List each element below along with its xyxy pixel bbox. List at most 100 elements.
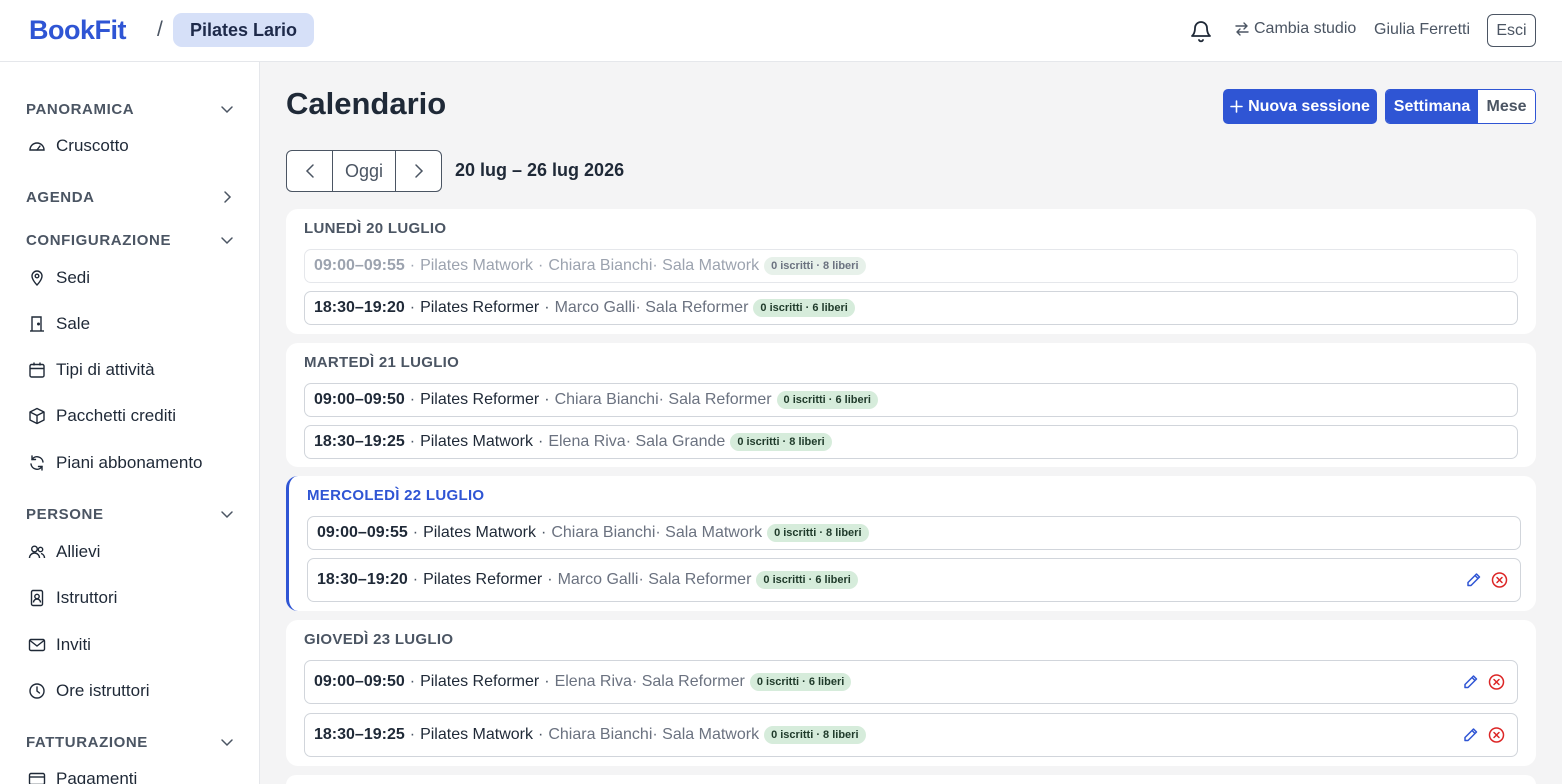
session-time: 18:30–19:20: [314, 299, 405, 316]
section-panoramica[interactable]: PANORAMICA: [26, 98, 234, 120]
session-activity: Pilates Reformer: [420, 391, 540, 408]
session-row[interactable]: 09:00–09:50 · Pilates Reformer · Elena R…: [304, 660, 1518, 704]
capacity-badge: 0 iscritti · 8 liberi: [764, 726, 866, 744]
session-row[interactable]: 09:00–09:55 · Pilates Matwork · Chiara B…: [307, 516, 1521, 550]
session-activity: Pilates Reformer: [420, 299, 540, 316]
session-row[interactable]: 09:00–09:55 · Pilates Matwork · Chiara B…: [304, 249, 1518, 283]
studio-name[interactable]: Pilates Lario: [173, 13, 315, 47]
session-meta: Marco Galli· Sala Reformer: [557, 571, 752, 588]
switch-studio-label: Cambia studio: [1254, 20, 1357, 37]
switch-studio-link[interactable]: Cambia studio: [1234, 20, 1356, 38]
capacity-badge: 0 iscritti · 8 liberi: [730, 433, 832, 451]
session-row[interactable]: 18:30–19:20 · Pilates Reformer · Marco G…: [304, 291, 1518, 325]
cancel-circle-icon[interactable]: [1491, 572, 1508, 589]
chevron-down-icon: [221, 511, 233, 519]
chevron-right-icon: [414, 164, 423, 178]
day-label: GIOVEDÌ 23 LUGLIO: [304, 631, 454, 648]
door-icon: [30, 316, 44, 332]
session-activity: Pilates Matwork: [423, 524, 536, 541]
sidebar-item-sedi[interactable]: Sedi: [28, 265, 90, 291]
sidebar: PANORAMICA Cruscotto AGENDA CONFIGURAZIO…: [0, 62, 260, 784]
logout-button[interactable]: Esci: [1487, 14, 1536, 47]
pencil-icon[interactable]: [1462, 727, 1479, 744]
sidebar-item-piani-abbonamento[interactable]: Piani abbonamento: [28, 450, 203, 476]
cancel-circle-icon[interactable]: [1488, 674, 1505, 691]
card-icon: [28, 772, 46, 784]
sidebar-item-label: Ore istruttori: [56, 681, 150, 700]
session-meta: Elena Riva· Sala Reformer: [554, 673, 745, 690]
chevron-left-icon: [305, 164, 314, 178]
session-actions: [1462, 727, 1505, 744]
clock-icon: [29, 683, 45, 699]
day-card: [286, 775, 1536, 784]
separator: ·: [544, 299, 550, 316]
session-row[interactable]: 18:30–19:25 · Pilates Matwork · Elena Ri…: [304, 425, 1518, 459]
pencil-icon[interactable]: [1462, 674, 1479, 691]
user-name[interactable]: Giulia Ferretti: [1374, 21, 1470, 39]
separator: ·: [544, 391, 550, 408]
calendar-icon: [29, 362, 45, 378]
session-activity: Pilates Matwork: [420, 257, 533, 274]
session-actions: [1465, 572, 1508, 589]
separator: ·: [409, 257, 416, 274]
session-time: 09:00–09:50: [314, 391, 405, 408]
separator: ·: [409, 673, 416, 690]
sidebar-item-label: Sedi: [56, 268, 91, 287]
session-time: 18:30–19:25: [314, 433, 405, 450]
session-row[interactable]: 18:30–19:25 · Pilates Matwork · Chiara B…: [304, 713, 1518, 757]
section-label: PERSONE: [26, 505, 104, 523]
separator: ·: [547, 571, 553, 588]
separator: ·: [544, 673, 550, 690]
session-activity: Pilates Matwork: [420, 726, 533, 743]
brand-logo[interactable]: BookFit: [29, 15, 127, 46]
plus-icon: [1230, 100, 1243, 113]
sidebar-item-allievi[interactable]: Allievi: [28, 539, 100, 565]
session-row[interactable]: 09:00–09:50 · Pilates Reformer · Chiara …: [304, 383, 1518, 417]
users-icon: [28, 545, 46, 559]
session-row[interactable]: 18:30–19:20 · Pilates Reformer · Marco G…: [307, 558, 1521, 602]
sidebar-item-inviti[interactable]: Inviti: [28, 632, 91, 658]
sidebar-item-sale[interactable]: Sale: [28, 311, 90, 337]
next-week-button[interactable]: [396, 151, 441, 191]
separator: ·: [409, 299, 416, 316]
cancel-circle-icon[interactable]: [1488, 727, 1505, 744]
section-label: CONFIGURAZIONE: [26, 231, 172, 249]
previous-week-button[interactable]: [287, 151, 332, 191]
day-label: LUNEDÌ 20 LUGLIO: [304, 220, 447, 237]
sidebar-item-label: Allievi: [56, 542, 101, 561]
refresh-icon: [30, 455, 44, 471]
top-bar: BookFit / Pilates Lario Cambia studio Gi…: [0, 0, 1562, 62]
capacity-badge: 0 iscritti · 8 liberi: [764, 257, 866, 275]
section-persone[interactable]: PERSONE: [26, 503, 234, 525]
sidebar-item-pacchetti-crediti[interactable]: Pacchetti crediti: [28, 403, 176, 429]
sidebar-item-pagamenti[interactable]: Pagamenti: [28, 766, 137, 784]
session-time: 18:30–19:25: [314, 726, 405, 743]
section-configurazione[interactable]: CONFIGURAZIONE: [26, 229, 234, 251]
mail-icon: [28, 638, 46, 652]
section-fatturazione[interactable]: FATTURAZIONE: [26, 731, 234, 753]
chevron-down-icon: [221, 739, 233, 747]
separator: ·: [538, 257, 544, 274]
sidebar-item-istruttori[interactable]: Istruttori: [28, 585, 117, 611]
day-card: MARTEDÌ 21 LUGLIO 09:00–09:50 · Pilates …: [286, 343, 1536, 467]
today-button[interactable]: Oggi: [332, 151, 396, 191]
pencil-icon[interactable]: [1465, 572, 1482, 589]
section-label: PANORAMICA: [26, 100, 135, 118]
separator: ·: [412, 524, 419, 541]
view-toggle: Settimana Mese: [1385, 89, 1536, 124]
sidebar-item-tipi-attivita[interactable]: Tipi di attività: [28, 357, 155, 383]
new-session-label: Nuova sessione: [1248, 97, 1370, 115]
new-session-button[interactable]: Nuova sessione: [1223, 89, 1377, 124]
sidebar-item-label: Inviti: [56, 635, 91, 654]
view-week-button[interactable]: Settimana: [1386, 90, 1478, 123]
section-label: AGENDA: [26, 188, 95, 206]
session-meta: Chiara Bianchi· Sala Matwork: [548, 726, 760, 743]
session-activity: Pilates Reformer: [423, 571, 543, 588]
sidebar-item-cruscotto[interactable]: Cruscotto: [28, 133, 129, 159]
capacity-badge: 0 iscritti · 8 liberi: [767, 524, 869, 542]
section-agenda[interactable]: AGENDA: [26, 186, 234, 208]
view-month-button[interactable]: Mese: [1478, 90, 1535, 123]
bell-icon[interactable]: [1189, 18, 1213, 44]
sidebar-item-ore-istruttori[interactable]: Ore istruttori: [28, 678, 150, 704]
capacity-badge: 0 iscritti · 6 liberi: [776, 391, 878, 409]
